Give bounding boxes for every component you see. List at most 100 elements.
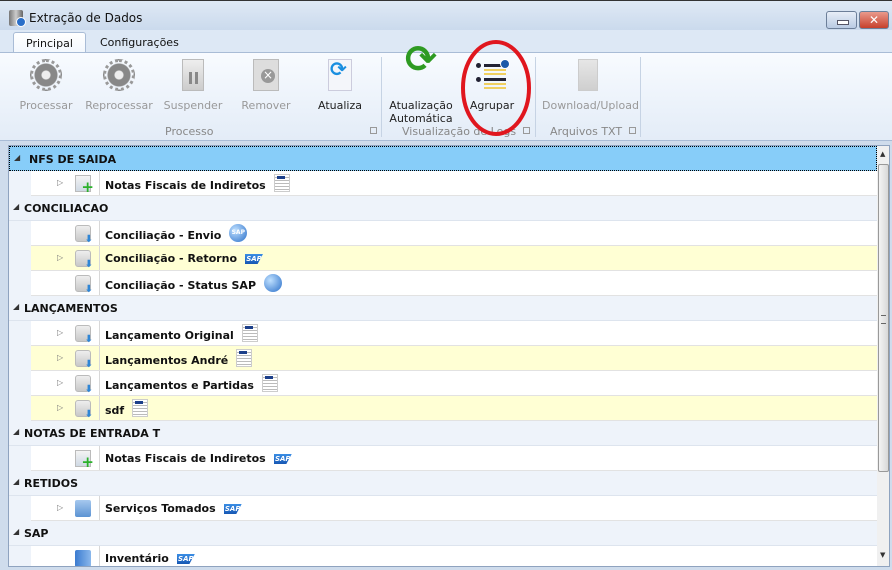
item-label-wrap: Notas Fiscais de Indiretos: [105, 174, 290, 195]
tree-item[interactable]: Inventário SAP: [9, 546, 877, 566]
expand-triangle-icon[interactable]: ▷: [57, 178, 63, 187]
reprocessar-button[interactable]: Reprocessar: [84, 59, 154, 112]
expand-triangle-icon[interactable]: ▷: [57, 253, 63, 262]
remover-button[interactable]: Remover: [236, 59, 296, 112]
database-download-icon: [75, 325, 93, 345]
expand-triangle-icon[interactable]: ▷: [57, 378, 63, 387]
red-circle-annotation: [461, 40, 531, 136]
tree-item[interactable]: ▷ Lançamento Original: [9, 321, 877, 346]
tree-group[interactable]: ◢ CONCILIACAO: [9, 196, 877, 221]
item-body: ▷ Serviços Tomados SAP: [31, 496, 877, 520]
tree-item[interactable]: ▷ Conciliação - Retorno SAP: [9, 246, 877, 271]
item-label: Serviços Tomados: [105, 502, 216, 515]
item-label: sdf: [105, 404, 125, 417]
database-download-icon: [75, 400, 93, 420]
document-add-icon: [75, 175, 94, 196]
column-divider: [99, 496, 100, 520]
minimize-button[interactable]: [826, 11, 857, 29]
indent: [9, 171, 31, 196]
auto-refresh-icon: [405, 53, 437, 91]
expand-triangle-icon[interactable]: ▷: [57, 403, 63, 412]
tab-configuracoes[interactable]: Configurações: [88, 32, 191, 53]
sap-logo-icon: SAP: [245, 254, 263, 264]
tree-item[interactable]: Conciliação - Status SAP: [9, 271, 877, 296]
button-label: Suspender: [163, 99, 223, 112]
item-label-wrap: Conciliação - Status SAP: [105, 274, 283, 295]
sap-logo-icon: SAP: [176, 554, 195, 564]
log-tree: ▲ ▼ ◢ NFS DE SAIDA ▷ Notas Fiscais de Indir…: [8, 145, 890, 567]
suspender-button[interactable]: Suspender: [162, 59, 224, 112]
collapse-triangle-icon[interactable]: ◢: [13, 427, 19, 436]
item-body: ▷ Lançamentos e Partidas: [31, 371, 877, 395]
tree-item[interactable]: ▷ Serviços Tomados SAP: [9, 496, 877, 521]
tree-item[interactable]: ▷ Lançamentos André: [9, 346, 877, 371]
collapse-triangle-icon[interactable]: ◢: [14, 153, 20, 162]
document-icon: [261, 374, 278, 392]
dialog-launcher-icon[interactable]: [370, 127, 377, 134]
column-divider: [99, 246, 100, 270]
item-body: ▷ Lançamento Original: [31, 321, 877, 345]
item-label-wrap: sdf: [105, 399, 149, 420]
item-label-wrap: Conciliação - Envio SAP: [105, 224, 248, 245]
group-separator: [640, 57, 641, 137]
group-label-processo: Processo: [165, 125, 214, 138]
indent: [9, 321, 31, 346]
tree-item[interactable]: ▷ Lançamentos e Partidas: [9, 371, 877, 396]
button-label-line2: Automática: [389, 112, 453, 125]
atualiza-button[interactable]: Atualiza: [312, 59, 368, 112]
item-label: Inventário: [105, 552, 169, 565]
scrollbar-thumb[interactable]: [878, 164, 889, 472]
tree-item[interactable]: ▷ sdf: [9, 396, 877, 421]
database-download-icon: [75, 375, 93, 395]
collapse-triangle-icon[interactable]: ◢: [13, 302, 19, 311]
item-body: ▷ sdf: [31, 396, 877, 420]
scroll-down-arrow-icon[interactable]: ▼: [880, 551, 885, 559]
tree-group[interactable]: ◢ RETIDOS: [9, 471, 877, 496]
database-download-icon: [75, 250, 93, 270]
collapse-triangle-icon[interactable]: ◢: [13, 202, 19, 211]
expand-triangle-icon[interactable]: ▷: [57, 353, 63, 362]
atualizacao-automatica-button[interactable]: AtualizaçãoAutomática: [388, 53, 454, 125]
collapse-triangle-icon[interactable]: ◢: [13, 477, 19, 486]
item-label-wrap: Lançamentos e Partidas: [105, 374, 278, 395]
indent: [9, 546, 31, 566]
group-separator: [381, 57, 382, 137]
scroll-up-arrow-icon[interactable]: ▲: [880, 150, 885, 158]
tree-item[interactable]: Notas Fiscais de Indiretos SAP: [9, 446, 877, 471]
button-label: Remover: [241, 99, 291, 112]
processar-button[interactable]: Processar: [16, 59, 76, 112]
item-body: Conciliação - Status SAP: [31, 271, 877, 295]
tree-item[interactable]: ▷ Notas Fiscais de Indiretos: [9, 171, 877, 196]
download-upload-button[interactable]: Download/Upload: [542, 59, 639, 112]
tree-group[interactable]: ◢ LANÇAMENTOS: [9, 296, 877, 321]
dialog-launcher-icon[interactable]: [629, 127, 636, 134]
item-body: ▷ Conciliação - Retorno SAP: [31, 246, 877, 270]
item-label: Notas Fiscais de Indiretos: [105, 179, 266, 192]
button-label: Download/Upload: [542, 99, 639, 112]
database-download-icon: [75, 275, 93, 295]
globe-icon: [264, 274, 283, 292]
expand-triangle-icon[interactable]: ▷: [57, 503, 63, 512]
document-add-icon: [75, 450, 94, 471]
close-button[interactable]: ✕: [859, 11, 889, 29]
item-label: Notas Fiscais de Indiretos: [105, 452, 266, 465]
item-body: Inventário SAP: [31, 546, 877, 566]
tree-group[interactable]: ◢ NFS DE SAIDA: [9, 146, 877, 171]
indent: [9, 446, 31, 471]
expand-triangle-icon[interactable]: ▷: [57, 328, 63, 337]
ribbon-tabs: Principal Configurações: [0, 30, 892, 53]
item-label: Lançamento Original: [105, 329, 234, 342]
tree-group[interactable]: ◢ NOTAS DE ENTRADA T: [9, 421, 877, 446]
document-icon: [273, 174, 290, 192]
column-divider: [99, 171, 100, 195]
tree-group[interactable]: ◢ SAP: [9, 521, 877, 546]
column-divider: [99, 371, 100, 395]
item-label: Conciliação - Status SAP: [105, 279, 257, 292]
vertical-scrollbar[interactable]: ▲ ▼: [877, 146, 889, 566]
tree-item[interactable]: Conciliação - Envio SAP: [9, 221, 877, 246]
app-icon: [9, 10, 26, 27]
book-icon: [75, 550, 91, 566]
collapse-triangle-icon[interactable]: ◢: [13, 527, 19, 536]
tab-principal[interactable]: Principal: [13, 32, 86, 53]
item-body: Conciliação - Envio SAP: [31, 221, 877, 245]
